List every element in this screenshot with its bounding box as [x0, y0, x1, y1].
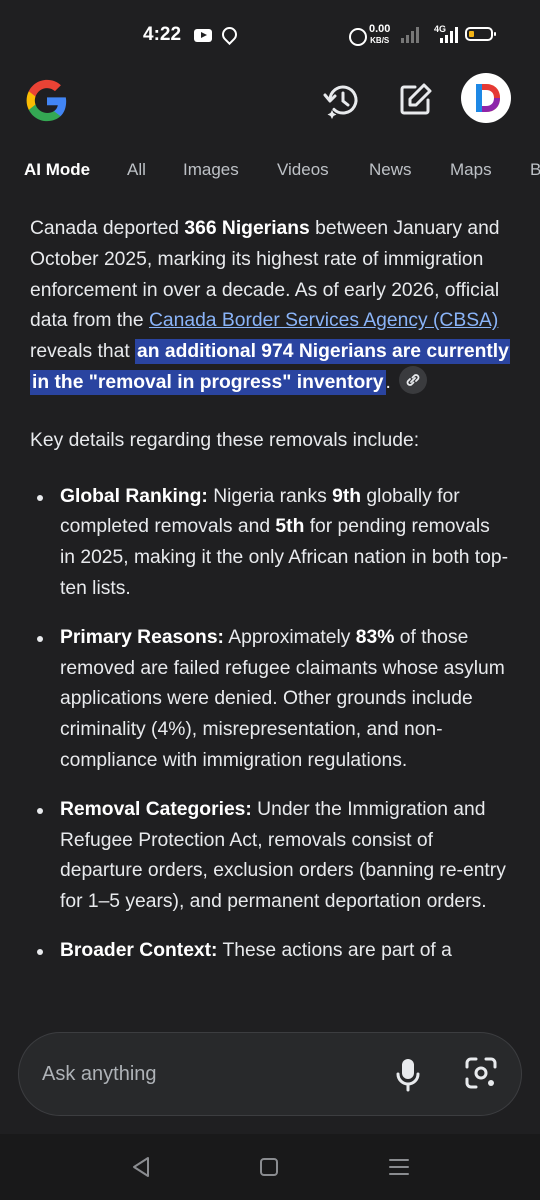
list-item: Global Ranking: Nigeria ranks 9th global… — [30, 482, 510, 605]
ask-input[interactable]: Ask anything — [42, 1063, 157, 1086]
google-logo[interactable] — [24, 78, 70, 124]
tab-images[interactable]: Images — [183, 160, 239, 180]
network-speed: 0.00 KB/S — [369, 23, 391, 46]
signal-icon — [440, 27, 460, 43]
list-item: Primary Reasons: Approximately 83% of th… — [30, 623, 510, 777]
cbsa-link[interactable]: Canada Border Services Agency (CBSA) — [149, 310, 498, 331]
answer-paragraph: Canada deported 366 Nigerians between Ja… — [30, 218, 510, 395]
status-time: 4:22 — [143, 24, 182, 45]
youtube-icon — [194, 29, 212, 42]
status-bar: 4:22 0.00 KB/S 4G — [0, 0, 540, 68]
tab-news[interactable]: News — [369, 160, 412, 180]
tab-ai-mode[interactable]: AI Mode — [24, 160, 90, 180]
tab-more[interactable]: B — [530, 160, 540, 180]
list-item: Broader Context: These actions are part … — [30, 936, 510, 967]
tab-all[interactable]: All — [127, 160, 146, 180]
ask-input-bar[interactable]: Ask anything — [18, 1032, 522, 1116]
lens-camera-icon[interactable] — [464, 1056, 498, 1090]
edit-icon[interactable] — [395, 80, 435, 120]
microphone-icon[interactable] — [394, 1057, 422, 1093]
list-intro: Key details regarding these removals inc… — [30, 429, 420, 451]
back-icon[interactable] — [126, 1152, 156, 1182]
battery-icon — [465, 27, 496, 41]
app-header — [0, 68, 540, 132]
search-tabs: AI Mode All Images Videos News Maps B — [0, 160, 540, 190]
system-nav-bar — [0, 1134, 540, 1200]
tab-videos[interactable]: Videos — [277, 160, 329, 180]
location-icon — [218, 23, 241, 46]
recents-icon[interactable] — [384, 1152, 414, 1182]
list-item: Removal Categories: Under the Immigratio… — [30, 795, 510, 918]
avatar[interactable] — [461, 73, 511, 123]
ai-answer: Canada deported 366 Nigerians between Ja… — [30, 214, 510, 1017]
home-icon[interactable] — [254, 1152, 284, 1182]
tab-maps[interactable]: Maps — [450, 160, 492, 180]
link-icon — [406, 374, 420, 386]
source-link-button[interactable] — [398, 365, 427, 394]
history-icon[interactable] — [321, 80, 361, 120]
details-list: Global Ranking: Nigeria ranks 9th global… — [30, 482, 510, 967]
alarm-icon — [349, 28, 367, 46]
signal-icon — [401, 27, 421, 43]
